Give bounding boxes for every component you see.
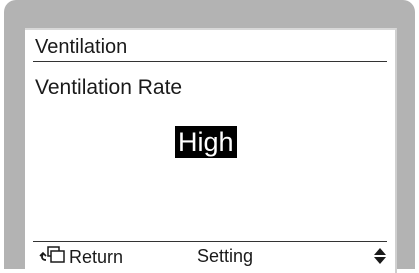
setting-label: Ventilation Rate (35, 76, 183, 99)
screen-title: Ventilation (35, 36, 128, 58)
up-down-arrows-icon[interactable] (373, 246, 387, 272)
ventilation-rate-value[interactable]: High (175, 126, 237, 158)
return-icon (39, 244, 69, 270)
lcd-screen: Ventilation Ventilation Rate High Return… (25, 28, 397, 273)
return-label: Return (69, 247, 124, 267)
footer-divider (33, 241, 387, 242)
setting-button[interactable]: Setting (197, 244, 253, 268)
return-button[interactable]: Return (39, 244, 123, 270)
title-divider (33, 61, 387, 62)
